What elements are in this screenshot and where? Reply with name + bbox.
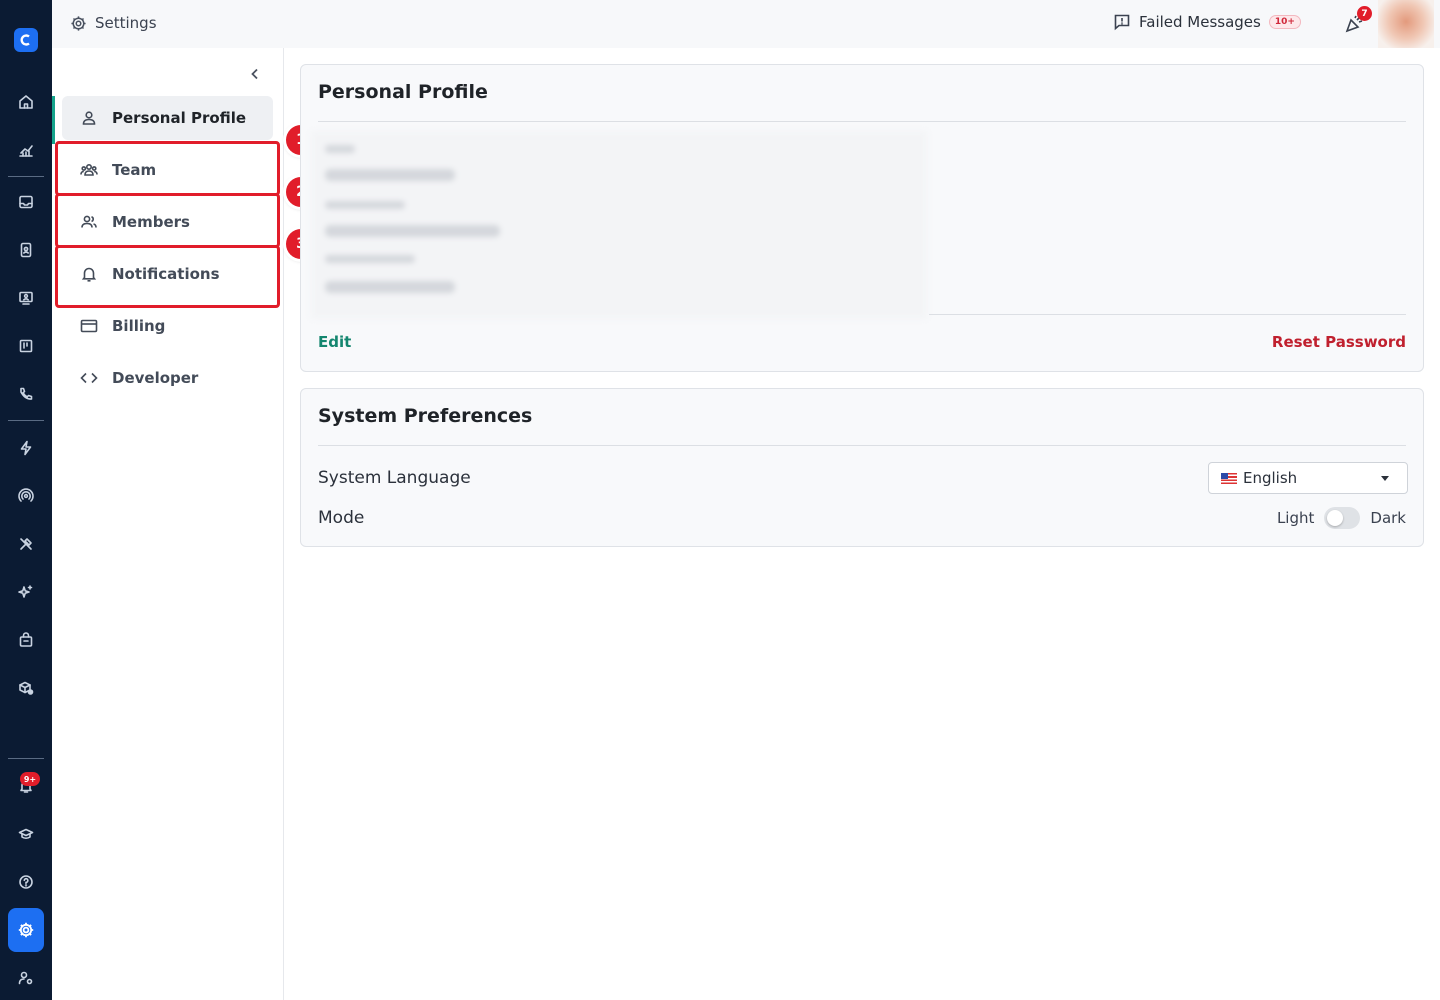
failed-messages-label: Failed Messages <box>1139 13 1261 31</box>
package-icon[interactable] <box>14 676 38 700</box>
failed-messages-count: 10+ <box>1268 15 1301 29</box>
phone-icon[interactable] <box>14 382 38 406</box>
card-title: System Preferences <box>318 405 533 427</box>
sparkle-icon[interactable] <box>14 580 38 604</box>
callout-box-notifications <box>55 245 280 308</box>
system-preferences-card: System Preferences System Language Engli… <box>300 388 1424 547</box>
callout-box-members <box>55 193 280 248</box>
active-indicator <box>52 96 55 144</box>
academy-icon[interactable] <box>14 822 38 846</box>
edit-profile-link[interactable]: Edit <box>318 333 351 351</box>
system-language-label: System Language <box>318 468 471 488</box>
redacted-profile-details <box>311 131 927 319</box>
help-icon[interactable] <box>14 870 38 894</box>
collapse-sidebar-icon[interactable] <box>248 66 264 82</box>
language-select[interactable]: English <box>1208 462 1408 494</box>
user-settings-icon[interactable] <box>14 966 38 990</box>
inbox-icon[interactable] <box>14 190 38 214</box>
page-title: Settings <box>70 14 157 32</box>
page-title-text: Settings <box>95 14 157 32</box>
home-icon[interactable] <box>14 90 38 114</box>
avatar[interactable] <box>1378 0 1434 48</box>
board-icon[interactable] <box>14 334 38 358</box>
user-icon <box>82 111 96 125</box>
announcements-badge: 7 <box>1357 6 1372 21</box>
monitor-icon[interactable] <box>14 286 38 310</box>
us-flag-icon <box>1221 472 1237 484</box>
settings-icon[interactable] <box>8 908 44 952</box>
bag-icon[interactable] <box>14 628 38 652</box>
bolt-icon[interactable] <box>14 436 38 460</box>
divider <box>318 121 1406 122</box>
reset-password-link[interactable]: Reset Password <box>1272 333 1406 351</box>
mode-switch-group: Light Dark <box>1277 507 1406 529</box>
dark-mode-toggle[interactable] <box>1324 507 1361 529</box>
tools-icon[interactable] <box>14 532 38 556</box>
gear-icon <box>71 15 86 31</box>
bell-badge: 9+ <box>20 772 40 786</box>
mode-dark-label: Dark <box>1370 509 1406 527</box>
analytics-icon[interactable] <box>14 138 38 162</box>
sidebar-item-label: Billing <box>112 317 166 335</box>
mode-label: Mode <box>318 508 365 528</box>
divider <box>318 445 1406 446</box>
message-alert-icon <box>1114 14 1130 31</box>
app-logo[interactable] <box>14 28 38 52</box>
code-icon <box>80 372 98 384</box>
card-title: Personal Profile <box>318 81 488 103</box>
personal-profile-card: Personal Profile Edit Reset Password <box>300 64 1424 372</box>
callout-box-team <box>55 141 280 196</box>
sidebar-item-label: Personal Profile <box>112 109 247 127</box>
app-rail: 9+ <box>0 0 52 1000</box>
language-value: English <box>1243 469 1298 487</box>
card-icon <box>80 319 98 333</box>
contacts-icon[interactable] <box>14 238 38 262</box>
sidebar-item-billing[interactable]: Billing <box>62 304 273 348</box>
mode-light-label: Light <box>1276 509 1315 527</box>
divider <box>929 314 1406 315</box>
top-bar: Settings Failed Messages 10+ 7 <box>52 0 1440 48</box>
failed-messages-button[interactable]: Failed Messages 10+ <box>1113 13 1301 31</box>
sidebar-item-personal-profile[interactable]: Personal Profile <box>62 96 273 140</box>
caret-down-icon <box>1381 476 1389 481</box>
broadcast-icon[interactable] <box>14 484 38 508</box>
sidebar-item-developer[interactable]: Developer <box>62 356 273 400</box>
sidebar-item-label: Developer <box>112 369 199 387</box>
